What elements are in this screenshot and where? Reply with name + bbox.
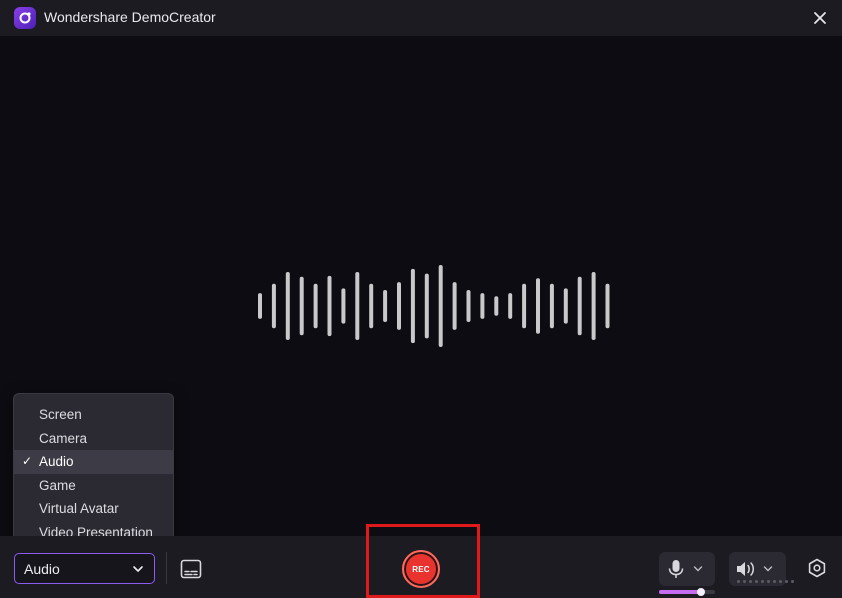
mic-level-slider[interactable] <box>659 588 715 596</box>
toolbar-divider <box>166 552 167 584</box>
chevron-down-icon <box>693 566 703 572</box>
mic-level-fill <box>659 590 701 594</box>
recording-mode-select[interactable]: Audio <box>14 553 155 584</box>
menu-item-virtual-avatar[interactable]: Virtual Avatar <box>14 497 173 521</box>
microphone-icon <box>668 560 684 578</box>
mic-level-knob[interactable] <box>697 588 705 596</box>
microphone-control[interactable] <box>659 552 715 586</box>
chevron-down-icon <box>763 566 773 572</box>
democreator-logo-icon <box>14 7 36 29</box>
speaker-level-indicator <box>737 580 794 583</box>
recording-mode-menu: Screen Camera ✓ Audio Game Virtual Avatar Vide… <box>13 393 174 550</box>
speaker-icon <box>737 562 754 576</box>
close-icon <box>814 12 826 24</box>
menu-item-label: Camera <box>39 430 88 446</box>
menu-item-label: Screen <box>39 407 82 422</box>
chevron-down-icon <box>133 566 143 572</box>
caption-button[interactable] <box>178 556 204 582</box>
check-icon: ✓ <box>22 454 33 469</box>
menu-item-audio[interactable]: ✓ Audio <box>14 450 173 474</box>
settings-icon <box>808 558 826 578</box>
window-title: Wondershare DemoCreator <box>44 9 216 25</box>
settings-button[interactable] <box>805 556 829 580</box>
menu-item-label: Audio <box>39 454 74 470</box>
menu-item-game[interactable]: Game <box>14 474 173 498</box>
title-bar: Wondershare DemoCreator <box>0 0 842 36</box>
menu-item-camera[interactable]: Camera <box>14 427 173 451</box>
recording-mode-value: Audio <box>24 561 60 577</box>
close-button[interactable] <box>808 6 832 30</box>
rec-button[interactable]: REC <box>402 550 440 588</box>
caption-icon <box>180 559 202 579</box>
menu-item-screen[interactable]: Screen <box>14 403 173 427</box>
rec-label: REC <box>412 564 430 574</box>
menu-item-label: Game <box>39 477 76 493</box>
menu-item-label: Virtual Avatar <box>39 501 119 517</box>
